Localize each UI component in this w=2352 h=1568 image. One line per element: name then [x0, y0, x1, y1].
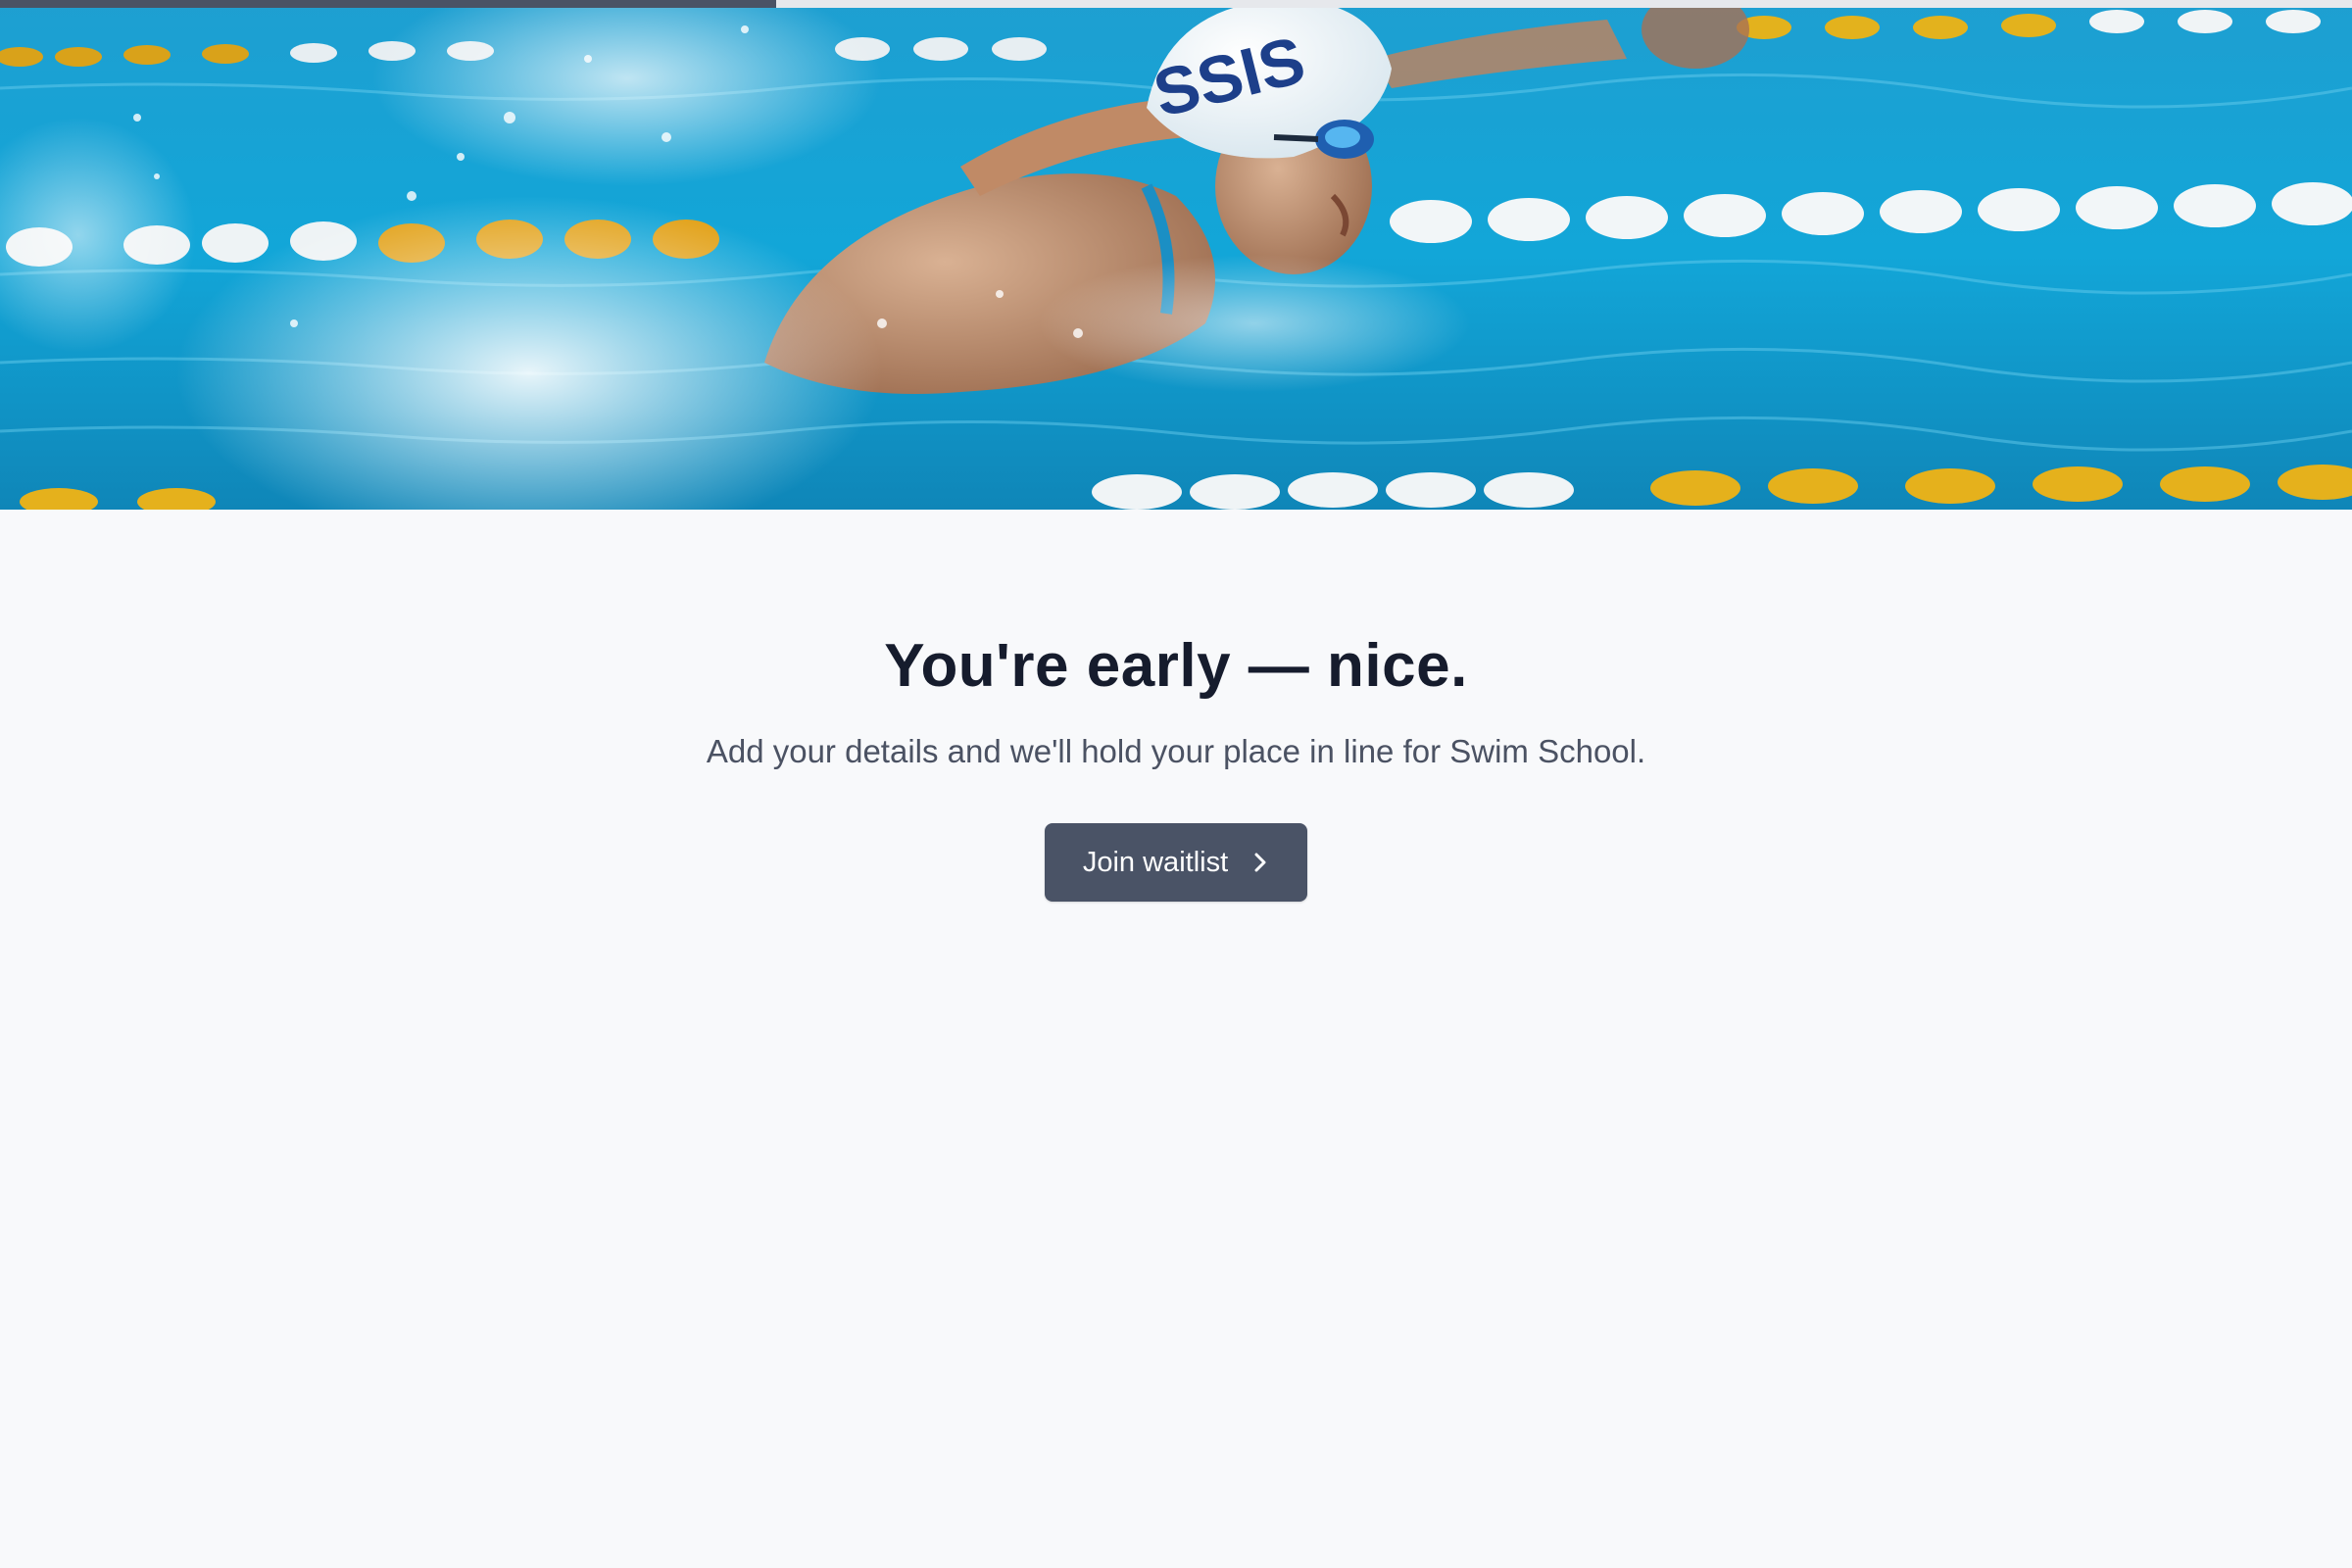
progress-bar — [0, 0, 2352, 8]
join-waitlist-button[interactable]: Join waitlist — [1045, 823, 1307, 902]
chevron-right-icon — [1251, 850, 1269, 875]
page-subtitle: Add your details and we'll hold your pla… — [706, 733, 1646, 769]
hero-image: SSIS — [0, 0, 2352, 510]
page-title: You're early — nice. — [884, 632, 1468, 700]
main-content: You're early — nice. Add your details an… — [0, 510, 2352, 1568]
progress-bar-fill — [0, 0, 776, 8]
join-waitlist-label: Join waitlist — [1082, 846, 1229, 878]
